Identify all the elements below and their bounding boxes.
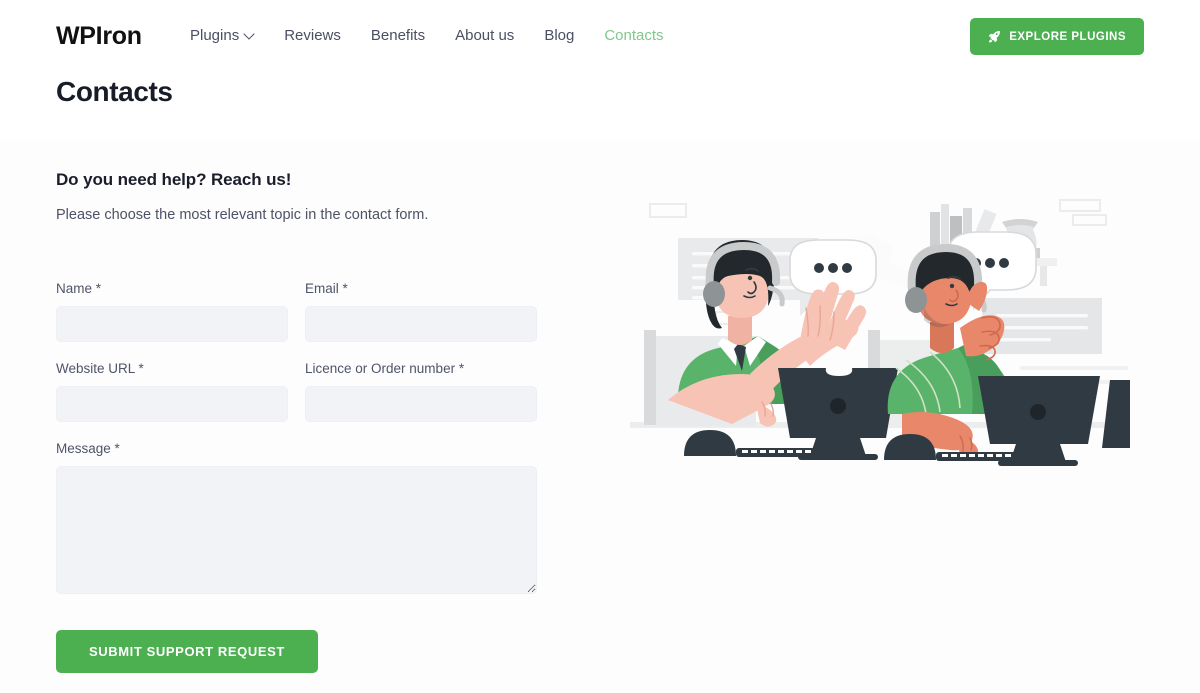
name-input[interactable] [56, 306, 288, 342]
submit-support-request-button[interactable]: SUBMIT SUPPORT REQUEST [56, 630, 318, 673]
contact-form: Name * Email * Website URL * Licence or … [56, 280, 556, 673]
site-header: WPIron Plugins Reviews Benefits About us… [0, 0, 1200, 140]
form-field-email: Email * [305, 280, 537, 342]
nav-item-blog[interactable]: Blog [544, 26, 574, 46]
chevron-down-icon [245, 30, 254, 39]
form-row-1: Name * Email * [56, 280, 556, 342]
navigation-bar: WPIron Plugins Reviews Benefits About us… [0, 0, 1200, 72]
page-title: Contacts [56, 76, 173, 107]
email-label: Email * [305, 281, 348, 296]
licence-order-number-input[interactable] [305, 386, 537, 422]
website-url-input[interactable] [56, 386, 288, 422]
section-heading: Do you need help? Reach us! [56, 170, 292, 189]
form-row-3: Message * [56, 440, 556, 594]
section-subheading: Please choose the most relevant topic in… [56, 207, 429, 223]
name-label: Name * [56, 281, 102, 296]
explore-plugins-button[interactable]: EXPLORE PLUGINS [970, 18, 1144, 55]
licence-order-number-label: Licence or Order number * [305, 361, 465, 376]
form-row-2: Website URL * Licence or Order number * [56, 360, 556, 422]
message-label: Message * [56, 441, 120, 456]
nav-item-contacts[interactable]: Contacts [604, 26, 663, 46]
nav-item-about-us[interactable]: About us [455, 26, 514, 46]
form-field-message: Message * [56, 440, 537, 594]
explore-plugins-label: EXPLORE PLUGINS [1009, 30, 1126, 43]
message-textarea[interactable] [56, 466, 537, 594]
form-field-website-url: Website URL * [56, 360, 288, 422]
form-field-name: Name * [56, 280, 288, 342]
nav-item-benefits[interactable]: Benefits [371, 26, 425, 46]
site-logo[interactable]: WPIron [56, 21, 142, 51]
website-url-label: Website URL * [56, 361, 144, 376]
customer-support-agents-illustration [630, 190, 1130, 495]
nav-item-reviews[interactable]: Reviews [284, 26, 341, 46]
email-input[interactable] [305, 306, 537, 342]
nav-item-plugins-label: Plugins [190, 27, 240, 44]
nav-item-plugins[interactable]: Plugins [190, 26, 254, 46]
form-field-licence-order-number: Licence or Order number * [305, 360, 537, 422]
contact-section: Do you need help? Reach us! Please choos… [0, 140, 1200, 693]
rocket-icon [988, 30, 1001, 43]
primary-nav: Plugins Reviews Benefits About us Blog C… [190, 26, 694, 46]
